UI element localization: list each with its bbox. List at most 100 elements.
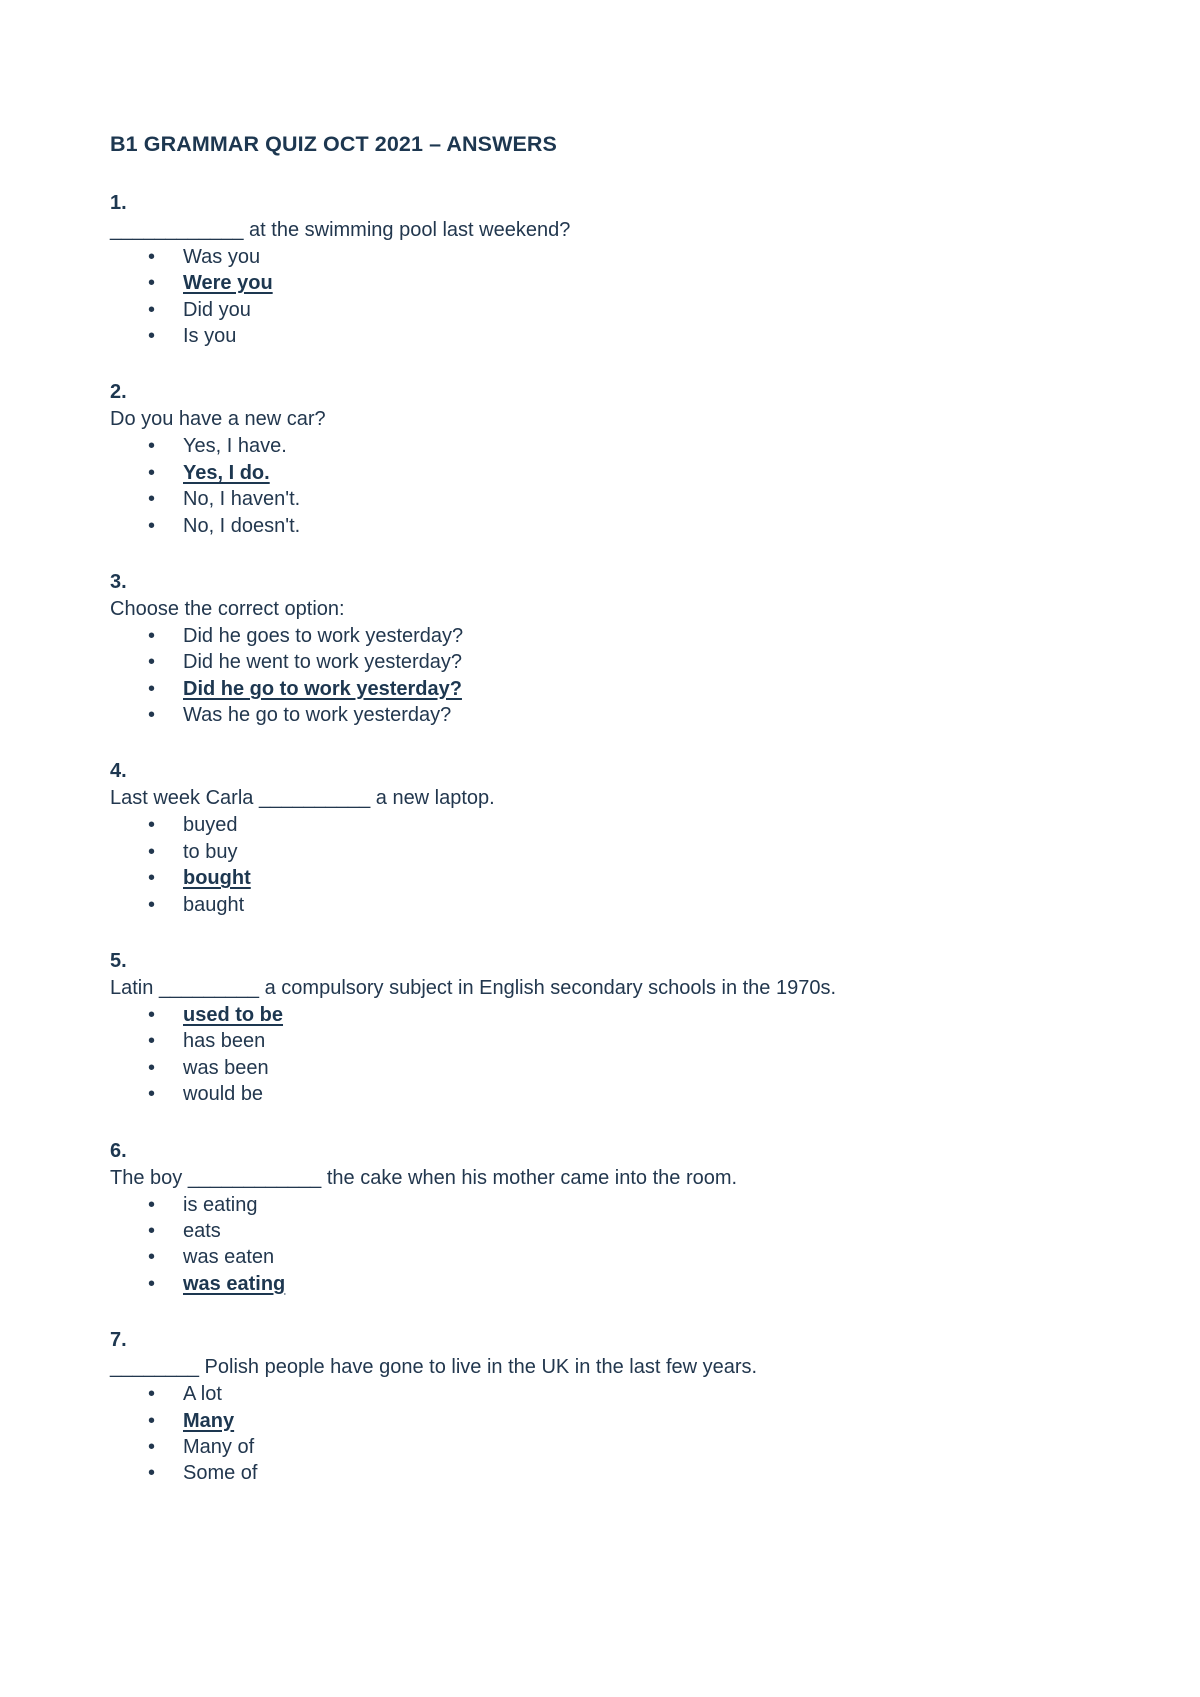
bullet-icon: • [148,514,156,537]
bullet-icon: • [148,1030,156,1053]
option-list: • buyed • to buy • bought • baught [110,812,1090,918]
option-label: No, I haven't. [183,488,301,511]
bullet-icon: • [148,1083,156,1106]
question-block: 4. Last week Carla __________ a new lapto… [110,758,1090,918]
option-item[interactable]: • baught [110,892,1090,918]
prompt-text-before-blank: Latin [110,977,159,1000]
answer-blank: ____________ [187,1166,322,1189]
bullet-icon: • [148,704,156,727]
option-label: Many [183,1409,235,1432]
option-label: Did he go to work yesterday? [183,677,462,700]
option-label: Was he go to work yesterday? [183,704,452,727]
bullet-icon: • [148,1462,156,1485]
bullet-icon: • [148,893,156,916]
option-item[interactable]: • Did you [110,297,1090,323]
option-item[interactable]: • to buy [110,839,1090,865]
option-label: Did you [183,298,251,321]
bullet-icon: • [148,1383,156,1406]
prompt-text-after-blank: a new laptop. [370,787,495,810]
option-item[interactable]: • No, I doesn't. [110,513,1090,539]
option-item-correct[interactable]: • Did he go to work yesterday? [110,676,1090,702]
option-label: baught [183,893,245,916]
option-label: is eating [183,1193,258,1216]
prompt-text-before-blank: Do you have a new car? [110,408,326,431]
option-list: • used to be • has been • was been • would be [110,1002,1090,1108]
option-label: was eating [183,1272,286,1295]
option-list: • Was you • Were you • Did you • Is you [110,244,1090,350]
prompt-text-before-blank: Choose the correct option: [110,597,345,620]
option-label: Did he went to work yesterday? [183,651,463,674]
option-item[interactable]: • A lot [110,1381,1090,1407]
question-block: 1. ____________ at the swimming pool last… [110,190,1090,350]
option-item[interactable]: • Some of [110,1460,1090,1486]
question-prompt: ________ Polish people have gone to live… [110,1354,1090,1381]
prompt-text-after-blank: at the swimming pool last weekend? [243,218,571,241]
bullet-icon: • [148,435,156,458]
option-item[interactable]: • buyed [110,812,1090,838]
option-item[interactable]: • Did he goes to work yesterday? [110,623,1090,649]
question-block: 5. Latin _________ a compulsory subject i… [110,948,1090,1108]
bullet-icon: • [148,677,156,700]
answer-blank: _________ [158,977,260,1000]
prompt-text-before-blank: Last week Carla [110,787,259,810]
option-label: buyed [183,814,238,837]
question-block: 3. Choose the correct option: • Did he goes… [110,569,1090,729]
option-item-correct[interactable]: • was eating [110,1271,1090,1297]
bullet-icon: • [148,814,156,837]
bullet-icon: • [148,1246,156,1269]
question-number: 1. [110,191,127,214]
option-label: was eaten [183,1246,275,1269]
option-item[interactable]: • No, I haven't. [110,486,1090,512]
question-prompt: Do you have a new car? [110,406,1090,433]
option-list: • is eating • eats • was eaten • was eating [110,1192,1090,1298]
bullet-icon: • [148,245,156,268]
bullet-icon: • [148,324,156,347]
option-item[interactable]: • Many of [110,1434,1090,1460]
option-item[interactable]: • was been [110,1055,1090,1081]
bullet-icon: • [148,1004,156,1027]
option-item[interactable]: • Yes, I have. [110,433,1090,459]
bullet-icon: • [148,1272,156,1295]
bullet-icon: • [148,488,156,511]
option-item[interactable]: • Was he go to work yesterday? [110,702,1090,728]
prompt-text-after-blank: Polish people have gone to live in the U… [198,1356,758,1379]
option-item[interactable]: • was eaten [110,1244,1090,1270]
bullet-icon: • [148,624,156,647]
option-label: Many of [183,1435,255,1458]
option-item[interactable]: • is eating [110,1192,1090,1218]
option-list: • A lot • Many • Many of • Some of [110,1381,1090,1487]
option-item-correct[interactable]: • Were you [110,270,1090,296]
option-item[interactable]: • would be [110,1081,1090,1107]
bullet-icon: • [148,840,156,863]
option-item-correct[interactable]: • Many [110,1408,1090,1434]
option-item-correct[interactable]: • used to be [110,1002,1090,1028]
question-prompt: Latin _________ a compulsory subject in … [110,975,1090,1002]
option-item-correct[interactable]: • Yes, I do. [110,460,1090,486]
bullet-icon: • [148,867,156,890]
question-block: 7. ________ Polish people have gone to li… [110,1327,1090,1487]
option-item[interactable]: • Did he went to work yesterday? [110,649,1090,675]
option-item[interactable]: • Was you [110,244,1090,270]
option-label: used to be [183,1004,284,1027]
option-label: No, I doesn't. [183,514,301,537]
question-prompt: ____________ at the swimming pool last w… [110,217,1090,244]
option-item[interactable]: • eats [110,1218,1090,1244]
answer-blank: ________ [110,1356,199,1379]
document-page: B1 GRAMMAR QUIZ OCT 2021 – ANSWERS 1. ___… [0,0,1200,1697]
bullet-icon: • [148,1435,156,1458]
bullet-icon: • [148,1193,156,1216]
bullet-icon: • [148,1056,156,1079]
bullet-icon: • [148,1409,156,1432]
option-label: would be [183,1083,264,1106]
option-item[interactable]: • Is you [110,323,1090,349]
bullet-icon: • [148,298,156,321]
option-list: • Yes, I have. • Yes, I do. • No, I haven't. •… [110,433,1090,539]
bullet-icon: • [148,1220,156,1242]
question-number: 4. [110,760,127,783]
question-number: 7. [110,1329,127,1352]
bullet-icon: • [148,651,156,674]
option-label: Was you [183,245,261,268]
option-item[interactable]: • has been [110,1028,1090,1054]
prompt-text-after-blank: the cake when his mother came into the r… [321,1166,738,1189]
option-item-correct[interactable]: • bought [110,865,1090,891]
